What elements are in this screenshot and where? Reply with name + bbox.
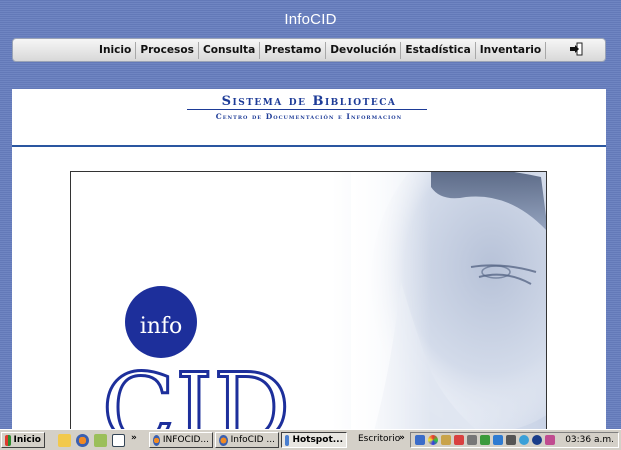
logo-cid-text: CID — [102, 353, 290, 429]
app-title: InfoCID — [284, 11, 337, 28]
taskbar-window-2-label: InfoCID ... — [230, 435, 275, 445]
welcome-banner: info CID — [70, 171, 547, 429]
quicklaunch-app-icon[interactable] — [94, 434, 107, 447]
tray-globe-icon[interactable] — [519, 435, 529, 445]
quicklaunch-folder-icon[interactable] — [58, 434, 71, 447]
tray-mail-icon[interactable] — [441, 435, 451, 445]
hotspot-icon — [285, 434, 290, 446]
menu-item-estadistica[interactable]: Estadística — [401, 42, 476, 59]
main-menubar: Inicio Procesos Consulta Prestamo Devolu… — [12, 38, 606, 62]
main-menu: Inicio Procesos Consulta Prestamo Devolu… — [95, 42, 547, 59]
menu-item-inicio[interactable]: Inicio — [95, 42, 137, 59]
logo-info-text: info — [140, 314, 183, 339]
content-panel: Sistema de Biblioteca Centro de Document… — [12, 89, 606, 429]
taskbar-clock[interactable]: 03:36 a.m. — [565, 435, 614, 445]
tray-shield-icon[interactable] — [480, 435, 490, 445]
menu-item-devolucion[interactable]: Devolución — [326, 42, 402, 59]
quicklaunch-word-icon[interactable] — [112, 434, 125, 447]
system-title: Sistema de Biblioteca — [221, 94, 397, 109]
system-subtitle: Centro de Documentación e Informacion — [215, 112, 403, 121]
logout-icon[interactable] — [569, 42, 583, 56]
firefox-icon — [219, 434, 228, 446]
taskbar-window-1[interactable]: INFOCID... — [149, 432, 213, 448]
start-button[interactable]: Inicio — [1, 432, 45, 448]
menu-item-prestamo[interactable]: Prestamo — [260, 42, 327, 59]
menu-item-consulta[interactable]: Consulta — [199, 42, 261, 59]
banner-art: info CID — [100, 172, 546, 429]
tray-alert-icon[interactable] — [454, 435, 464, 445]
windows-logo-icon — [5, 434, 11, 446]
taskbar-window-2[interactable]: InfoCID ... — [215, 432, 279, 448]
system-tray: 03:36 a.m. — [410, 432, 619, 448]
taskbar-window-1-label: INFOCID... — [162, 435, 209, 445]
firefox-icon — [153, 434, 160, 446]
taskbar-window-3-label: Hotspot... — [292, 435, 343, 445]
quicklaunch-more-icon[interactable]: » — [131, 433, 137, 443]
tray-media-icon[interactable] — [467, 435, 477, 445]
tray-network-icon[interactable] — [415, 435, 425, 445]
menu-item-inventario[interactable]: Inventario — [476, 42, 547, 59]
desktop-more-icon[interactable]: » — [399, 433, 405, 443]
taskbar: Inicio » INFOCID... InfoCID ... Hotspot.… — [0, 429, 621, 450]
tray-color-icon[interactable] — [428, 435, 438, 445]
desktop-toolbar-label[interactable]: Escritorio — [358, 434, 400, 444]
menu-item-procesos[interactable]: Procesos — [136, 42, 199, 59]
tray-usb-icon[interactable] — [506, 435, 516, 445]
tray-messenger-icon[interactable] — [532, 435, 542, 445]
header-divider — [12, 145, 606, 147]
tray-volume-icon[interactable] — [545, 435, 555, 445]
tray-update-icon[interactable] — [493, 435, 503, 445]
start-label: Inicio — [13, 435, 41, 445]
title-underline — [187, 109, 427, 110]
quicklaunch-firefox-icon[interactable] — [76, 434, 89, 447]
taskbar-window-3[interactable]: Hotspot... — [281, 432, 347, 448]
